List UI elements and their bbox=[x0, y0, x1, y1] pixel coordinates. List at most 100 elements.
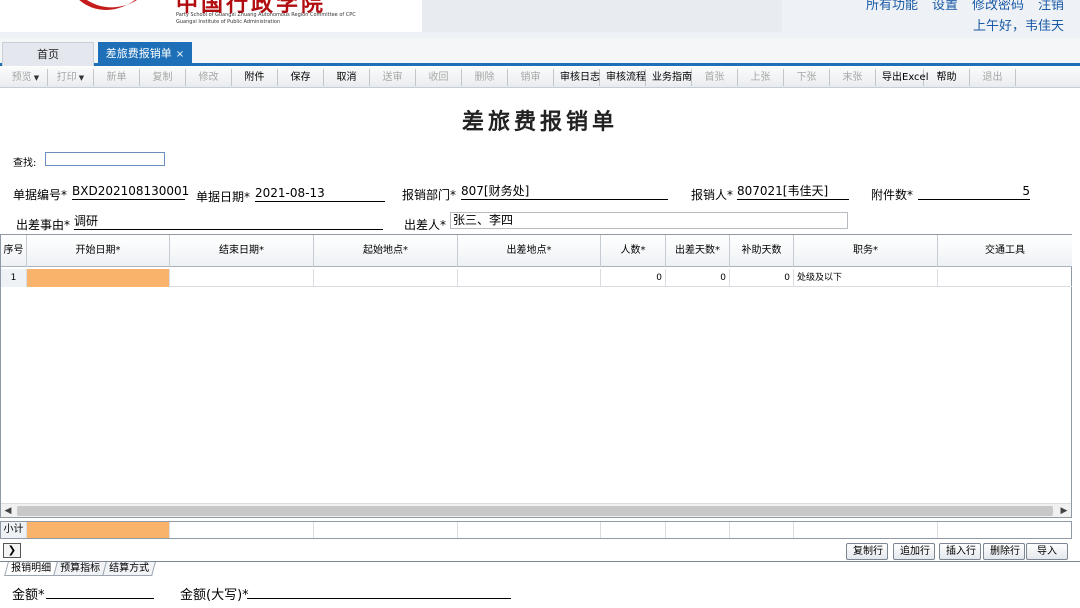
insert-row-button[interactable]: 插入行 bbox=[939, 543, 981, 560]
subtotal-label: 小计 bbox=[1, 522, 27, 538]
col-header-position[interactable]: 职务* bbox=[794, 235, 938, 267]
header-spacer bbox=[422, 0, 782, 32]
cell-days[interactable]: 0 bbox=[666, 269, 730, 287]
first-record-button[interactable]: 首张 bbox=[692, 68, 738, 86]
cell-start-date[interactable] bbox=[27, 269, 170, 287]
doc-no-label: 单据编号* bbox=[13, 188, 68, 202]
link-settings[interactable]: 设置 bbox=[932, 0, 958, 13]
col-header-subsidy-days[interactable]: 补助天数 bbox=[730, 235, 794, 267]
edit-button[interactable]: 修改 bbox=[186, 68, 232, 86]
amount-field[interactable] bbox=[46, 583, 154, 599]
save-button[interactable]: 保存 bbox=[278, 68, 324, 86]
traveler-label: 出差人* bbox=[404, 218, 447, 232]
attach-count-field[interactable]: 5 bbox=[918, 184, 1030, 200]
audit-flow-button[interactable]: 审核流程 bbox=[600, 68, 646, 86]
cell-position[interactable]: 处级及以下 bbox=[794, 269, 938, 287]
last-record-button[interactable]: 末张 bbox=[830, 68, 876, 86]
import-button[interactable]: 导入 bbox=[1026, 543, 1068, 560]
business-guide-button[interactable]: 业务指南 bbox=[646, 68, 692, 86]
audit-log-button[interactable]: 审核日志 bbox=[554, 68, 600, 86]
logo-subtitle-2: Guangxi Institute of Public Administrati… bbox=[176, 19, 281, 25]
close-icon[interactable]: × bbox=[176, 49, 184, 60]
tab-bar: 首页 差旅费报销单 × bbox=[0, 38, 1080, 66]
unapprove-button[interactable]: 销审 bbox=[508, 68, 554, 86]
doc-date-label: 单据日期* bbox=[196, 190, 251, 204]
subtab-budget-index[interactable]: 预算指标 bbox=[53, 562, 107, 576]
col-header-transport[interactable]: 交通工具 bbox=[938, 235, 1072, 267]
scroll-thumb[interactable] bbox=[17, 506, 1053, 516]
logo: 中国行政学院 Party School of Guangxi Zhuang Au… bbox=[0, 0, 422, 32]
dropdown-arrow-icon[interactable]: ▼ bbox=[79, 74, 84, 82]
user-greeting: 上午好，韦佳天 bbox=[972, 19, 1064, 34]
col-header-destination[interactable]: 出差地点* bbox=[458, 235, 601, 267]
claimant-label: 报销人* bbox=[691, 188, 734, 202]
col-header-people[interactable]: 人数* bbox=[601, 235, 666, 267]
cell-subsidy-days[interactable]: 0 bbox=[730, 269, 794, 287]
next-record-button[interactable]: 下张 bbox=[784, 68, 830, 86]
attach-count-label: 附件数* bbox=[871, 188, 914, 202]
subtotal-cell bbox=[938, 522, 1070, 538]
col-header-end-date[interactable]: 结束日期* bbox=[170, 235, 314, 267]
new-button[interactable]: 新单 bbox=[94, 68, 140, 86]
cell-people[interactable]: 0 bbox=[601, 269, 666, 287]
sub-tab-bar: 报销明细 预算指标 结算方式 bbox=[0, 561, 1080, 576]
col-header-start-date[interactable]: 开始日期* bbox=[27, 235, 170, 267]
amount-upper-field[interactable] bbox=[247, 583, 511, 599]
attachment-button[interactable]: 附件 bbox=[232, 68, 278, 86]
cell-from[interactable] bbox=[314, 269, 458, 287]
doc-no-field[interactable]: BXD202108130001 bbox=[72, 184, 189, 200]
copy-button[interactable]: 复制 bbox=[140, 68, 186, 86]
recall-button[interactable]: 收回 bbox=[416, 68, 462, 86]
subtotal-row: 小计 bbox=[0, 521, 1072, 539]
help-button[interactable]: 帮助 bbox=[924, 68, 970, 86]
scroll-left-icon[interactable]: ◀ bbox=[1, 504, 15, 518]
cancel-button[interactable]: 取消 bbox=[324, 68, 370, 86]
prev-record-button[interactable]: 上张 bbox=[738, 68, 784, 86]
table-row[interactable]: 1 0 0 0 处级及以下 bbox=[1, 269, 1072, 287]
subtotal-cell bbox=[666, 522, 730, 538]
link-logout[interactable]: 注销 bbox=[1038, 0, 1064, 13]
subtotal-cell bbox=[601, 522, 666, 538]
cell-transport[interactable] bbox=[938, 269, 1072, 287]
print-button[interactable]: 打印 ▼ bbox=[48, 68, 94, 86]
toolbar: 预览 ▼ 打印 ▼ 新单 复制 修改 附件 保存 取消 送审 收回 删除 销审 审核… bbox=[0, 67, 1080, 88]
scroll-right-icon[interactable]: ▶ bbox=[1057, 504, 1071, 518]
form-title: 差旅费报销单 bbox=[461, 109, 618, 135]
subtotal-cell bbox=[314, 522, 458, 538]
grid-header: 序号 开始日期* 结束日期* 起始地点* 出差地点* 人数* 出差天数* 补助天… bbox=[1, 235, 1072, 267]
preview-button[interactable]: 预览 ▼ bbox=[4, 68, 48, 86]
col-header-from[interactable]: 起始地点* bbox=[314, 235, 458, 267]
append-row-button[interactable]: 追加行 bbox=[893, 543, 935, 560]
horizontal-scrollbar[interactable]: ◀ ▶ bbox=[1, 503, 1071, 517]
col-header-days[interactable]: 出差天数* bbox=[666, 235, 730, 267]
search-input[interactable] bbox=[45, 152, 165, 166]
dropdown-arrow-icon[interactable]: ▼ bbox=[34, 74, 39, 82]
amount-label: 金额* bbox=[12, 588, 45, 603]
tab-travel-expense[interactable]: 差旅费报销单 × bbox=[98, 42, 192, 66]
top-links: 所有功能 设置 修改密码 注销 bbox=[866, 0, 1064, 13]
delete-row-button[interactable]: 删除行 bbox=[983, 543, 1025, 560]
cell-no: 1 bbox=[1, 269, 27, 287]
expand-chevron-icon[interactable]: ❯ bbox=[3, 543, 21, 558]
dept-field[interactable]: 807[财务处] bbox=[461, 184, 668, 200]
copy-row-button[interactable]: 复制行 bbox=[846, 543, 888, 560]
export-excel-button[interactable]: 导出Excel bbox=[876, 68, 929, 86]
link-change-password[interactable]: 修改密码 bbox=[972, 0, 1024, 13]
col-header-no[interactable]: 序号 bbox=[1, 235, 27, 267]
subtotal-cell bbox=[730, 522, 794, 538]
cell-end-date[interactable] bbox=[170, 269, 314, 287]
doc-date-field[interactable]: 2021-08-13 bbox=[255, 186, 385, 202]
subtab-reimburse-detail[interactable]: 报销明细 bbox=[4, 562, 58, 576]
reason-field[interactable]: 调研 bbox=[74, 214, 383, 230]
claimant-field[interactable]: 807021[韦佳天] bbox=[737, 184, 849, 200]
subtab-settlement-method[interactable]: 结算方式 bbox=[102, 562, 156, 576]
traveler-input[interactable]: 张三、李四 bbox=[450, 212, 848, 229]
exit-button[interactable]: 退出 bbox=[970, 68, 1016, 86]
cell-destination[interactable] bbox=[458, 269, 601, 287]
delete-button[interactable]: 删除 bbox=[462, 68, 508, 86]
search-label: 查找: bbox=[13, 158, 37, 169]
link-all-functions[interactable]: 所有功能 bbox=[866, 0, 918, 13]
tab-home[interactable]: 首页 bbox=[2, 42, 94, 66]
app-header: 中国行政学院 Party School of Guangxi Zhuang Au… bbox=[0, 0, 1080, 38]
submit-button[interactable]: 送审 bbox=[370, 68, 416, 86]
